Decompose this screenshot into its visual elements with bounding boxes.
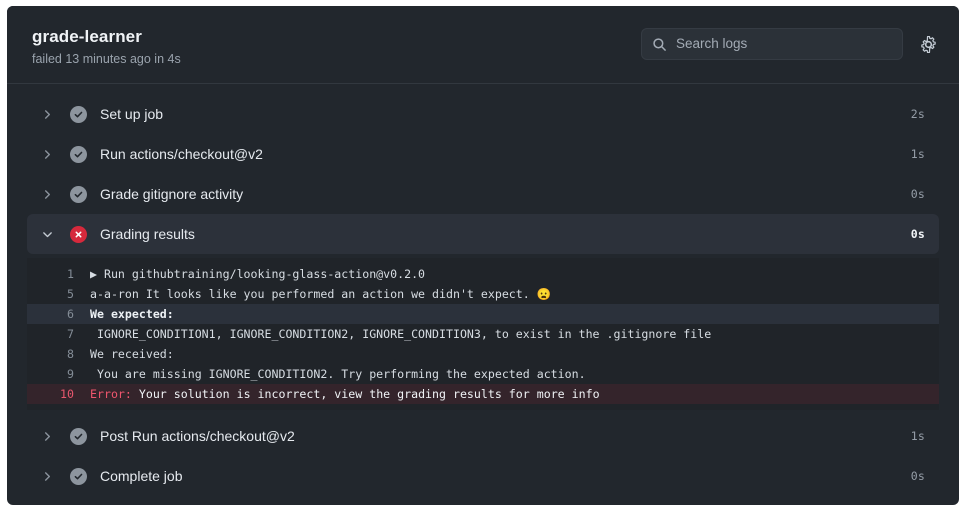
log-line-number: 8 <box>27 344 74 364</box>
search-input[interactable]: Search logs <box>641 28 903 60</box>
step-label: Post Run actions/checkout@v2 <box>100 428 295 445</box>
step-label: Set up job <box>100 106 163 123</box>
status-success-icon <box>70 428 87 445</box>
log-line: 1 ▶ Run githubtraining/looking-glass-act… <box>27 264 939 284</box>
status-success-icon <box>70 186 87 203</box>
search-icon <box>652 37 667 52</box>
log-line-number: 7 <box>27 324 74 344</box>
step-row[interactable]: Grade gitignore activity 0s <box>27 174 939 214</box>
step-row[interactable]: Set up job 2s <box>27 94 939 134</box>
step-row[interactable]: Post Run actions/checkout@v2 1s <box>27 416 939 456</box>
log-output: 1 ▶ Run githubtraining/looking-glass-act… <box>27 258 939 410</box>
step-label: Grade gitignore activity <box>100 186 243 203</box>
log-line-error: 10 Error: Your solution is incorrect, vi… <box>27 384 939 404</box>
log-line-highlighted: 6 We expected: <box>27 304 939 324</box>
step-row[interactable]: Run actions/checkout@v2 1s <box>27 134 939 174</box>
page-title: grade-learner <box>32 26 181 47</box>
workflow-log-card: grade-learner failed 13 minutes ago in 4… <box>7 6 959 505</box>
chevron-right-icon[interactable] <box>39 431 55 442</box>
log-line-number: 5 <box>27 284 74 304</box>
log-line-number: 6 <box>27 304 74 324</box>
chevron-right-icon[interactable] <box>39 471 55 482</box>
log-line-text: We expected: <box>74 304 939 324</box>
log-line-text: IGNORE_CONDITION1, IGNORE_CONDITION2, IG… <box>74 324 939 344</box>
steps-list: Set up job 2s Run actions/checkout@v2 1s <box>7 94 959 496</box>
log-line: 7 IGNORE_CONDITION1, IGNORE_CONDITION2, … <box>27 324 939 344</box>
search-placeholder: Search logs <box>676 37 747 51</box>
step-label: Grading results <box>100 226 195 243</box>
log-line: 5 a-a-ron It looks like you performed an… <box>27 284 939 304</box>
status-success-icon <box>70 106 87 123</box>
step-row[interactable]: Complete job 0s <box>27 456 939 496</box>
log-line: 8 We received: <box>27 344 939 364</box>
log-line-text: Error: Your solution is incorrect, view … <box>74 384 939 404</box>
log-line-text: ▶ Run githubtraining/looking-glass-actio… <box>74 264 939 284</box>
step-duration: 0s <box>911 187 925 201</box>
step-label: Run actions/checkout@v2 <box>100 146 263 163</box>
log-header: grade-learner failed 13 minutes ago in 4… <box>7 6 959 84</box>
status-failure-icon <box>70 226 87 243</box>
step-duration: 0s <box>911 227 925 241</box>
error-message: Your solution is incorrect, view the gra… <box>132 387 600 401</box>
chevron-right-icon[interactable] <box>39 189 55 200</box>
status-success-icon <box>70 146 87 163</box>
chevron-right-icon[interactable] <box>39 109 55 120</box>
page-background: grade-learner failed 13 minutes ago in 4… <box>0 0 965 511</box>
step-duration: 0s <box>911 469 925 483</box>
job-status-subtitle: failed 13 minutes ago in 4s <box>32 51 181 67</box>
step-duration: 1s <box>911 429 925 443</box>
log-line-number: 1 <box>27 264 74 284</box>
error-keyword: Error: <box>90 387 132 401</box>
step-row-grading-results[interactable]: Grading results 0s <box>27 214 939 254</box>
gear-icon <box>920 36 937 53</box>
log-line-text: a-a-ron It looks like you performed an a… <box>74 284 939 304</box>
chevron-down-icon[interactable] <box>39 229 55 240</box>
header-title-group: grade-learner failed 13 minutes ago in 4… <box>25 24 181 67</box>
step-duration: 2s <box>911 107 925 121</box>
log-line-number: 9 <box>27 364 74 384</box>
chevron-right-icon[interactable] <box>39 149 55 160</box>
log-line: 9 You are missing IGNORE_CONDITION2. Try… <box>27 364 939 384</box>
header-actions: Search logs <box>641 24 941 60</box>
step-duration: 1s <box>911 147 925 161</box>
step-label: Complete job <box>100 468 183 485</box>
status-success-icon <box>70 468 87 485</box>
log-line-text: We received: <box>74 344 939 364</box>
log-line-text: You are missing IGNORE_CONDITION2. Try p… <box>74 364 939 384</box>
settings-button[interactable] <box>915 31 941 57</box>
log-line-number: 10 <box>27 384 74 404</box>
